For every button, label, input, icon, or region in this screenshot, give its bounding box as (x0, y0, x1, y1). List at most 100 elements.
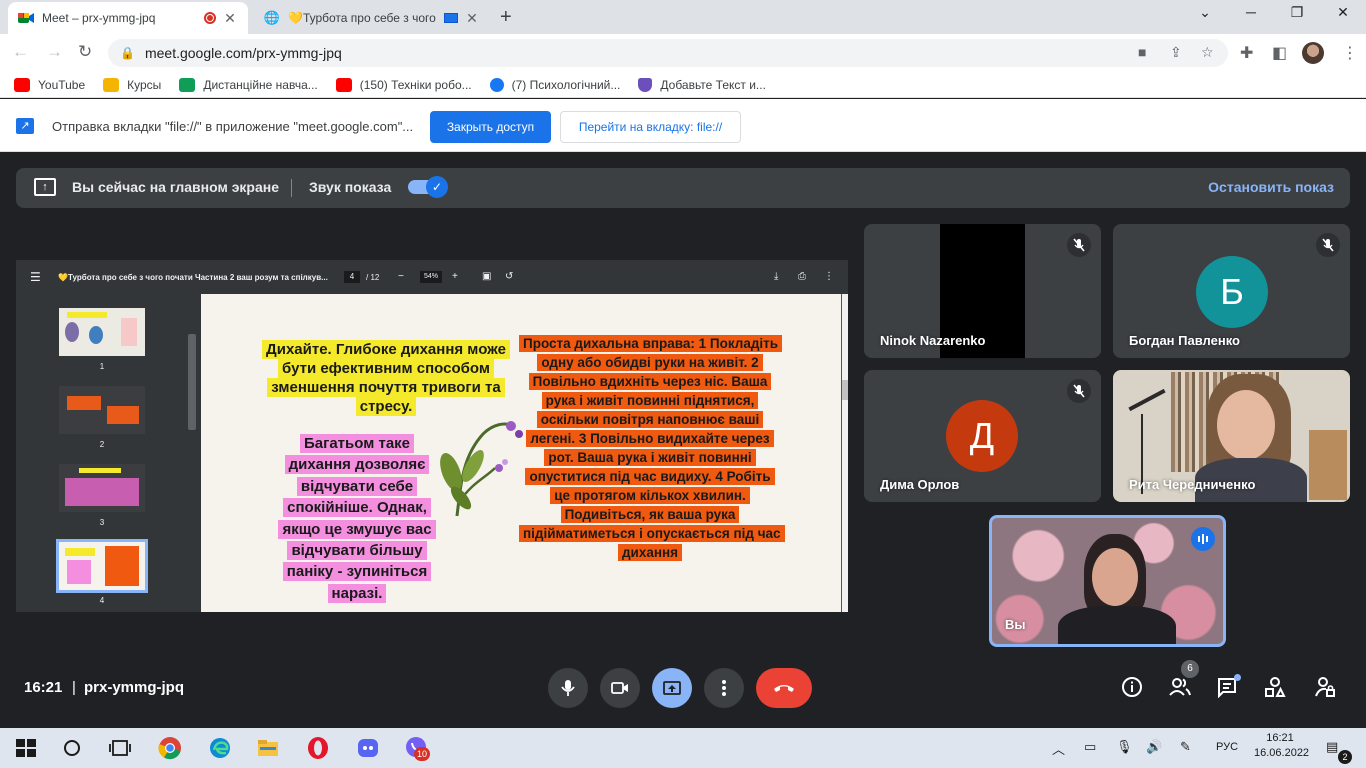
close-window-icon[interactable]: ✕ (1320, 4, 1366, 21)
pdf-scrollbar[interactable] (842, 294, 848, 612)
divider: | (72, 679, 76, 696)
participant-tile[interactable]: Рита Чередниченко (1113, 370, 1350, 502)
bookmark-youtube[interactable]: YouTube (14, 77, 85, 92)
tab-title: 💛Турбота про себе з чого (288, 11, 436, 25)
chrome-icon[interactable] (158, 736, 182, 760)
switch-to-tab-button[interactable]: Перейти на вкладку: file:// (560, 111, 741, 143)
activities-icon[interactable] (1264, 676, 1286, 698)
people-count-badge: 6 (1181, 660, 1199, 678)
participant-tile[interactable]: Д Дима Орлов (864, 370, 1101, 502)
meeting-time: 16:21 (24, 679, 63, 696)
microphone-button[interactable] (548, 668, 588, 708)
file-explorer-icon[interactable] (256, 736, 280, 760)
reload-icon[interactable]: ↻ (78, 42, 92, 62)
recording-icon (204, 12, 216, 24)
tab-meet[interactable]: Meet – prx-ymmg-jpq ✕ (8, 2, 248, 34)
chevron-up-icon[interactable]: ︿ (1052, 739, 1065, 758)
notifications-icon[interactable]: ▤ (1326, 739, 1338, 755)
input-language[interactable]: РУС (1216, 741, 1238, 753)
system-clock[interactable]: 16:21 16.06.2022 (1254, 731, 1309, 761)
more-icon (722, 680, 726, 696)
minimize-icon[interactable]: ─ (1228, 4, 1274, 20)
bookmark-distance-learning[interactable]: Дистанційне навча... (179, 77, 318, 92)
maximize-icon[interactable]: ❐ (1274, 4, 1320, 21)
microphone-icon (561, 680, 575, 696)
print-icon[interactable]: ⎙ (798, 271, 806, 282)
zoom-level[interactable]: 54% (420, 271, 442, 283)
battery-icon[interactable]: ▭ (1084, 739, 1096, 755)
star-icon[interactable]: ☆ (1201, 44, 1214, 61)
stop-sharing-button[interactable]: Закрыть доступ (430, 111, 551, 143)
search-icon[interactable] (60, 736, 84, 760)
facebook-icon (489, 77, 504, 92)
bookmark-psychology[interactable]: (7) Психологічний... (489, 77, 621, 92)
present-button[interactable] (652, 668, 692, 708)
edge-icon[interactable] (208, 736, 232, 760)
thumbnail-page-3[interactable] (59, 464, 145, 512)
participant-name: Ninok Nazarenko (880, 333, 986, 348)
profile-avatar[interactable] (1302, 42, 1324, 64)
side-panel-icon[interactable]: ◧ (1272, 43, 1287, 63)
classroom-green-icon (179, 77, 196, 92)
zoom-out-icon[interactable]: − (398, 271, 404, 282)
shared-screen: ☰ 💛Турбота про себе з чого почати Частин… (16, 260, 848, 612)
mic-off-icon (1067, 379, 1091, 403)
participant-tile[interactable]: Ninok Nazarenko (864, 224, 1101, 358)
windows-taskbar: 10 ︿ ▭ 🎙 🔊 ✎ РУС ▤ 2 (0, 728, 1366, 768)
bookmark-label: (7) Психологічний... (511, 77, 621, 92)
windows-start-icon[interactable] (14, 736, 38, 760)
pen-icon[interactable]: ✎ (1180, 739, 1191, 755)
leave-call-button[interactable] (756, 668, 812, 708)
download-icon[interactable]: ⤓ (774, 271, 778, 282)
sharing-icon (444, 13, 458, 23)
new-tab-icon[interactable]: + (500, 6, 512, 29)
avatar: Б (1196, 256, 1268, 328)
info-icon[interactable] (1121, 676, 1143, 698)
zoom-in-icon[interactable]: + (452, 271, 458, 282)
menu-icon[interactable]: ☰ (30, 270, 41, 284)
flower-illustration (440, 421, 523, 517)
unread-dot (1234, 674, 1241, 681)
thumbnail-scrollbar[interactable] (188, 334, 196, 430)
back-icon[interactable]: ← (12, 42, 29, 62)
tab-search-icon[interactable]: ⌄ (1182, 4, 1228, 21)
menu-icon[interactable]: ⋮ (1342, 43, 1358, 63)
participant-tile[interactable]: Б Богдан Павленко (1113, 224, 1350, 358)
present-screen-icon (663, 681, 681, 695)
bookmark-add-text[interactable]: Добавьте Текст и... (638, 77, 766, 92)
microphone-tray-icon[interactable]: 🎙 (1116, 739, 1133, 755)
fit-page-icon[interactable]: ▣ (482, 271, 491, 282)
address-bar[interactable]: 🔒 meet.google.com/prx-ymmg-jpq (108, 39, 1228, 67)
camera-button[interactable] (600, 668, 640, 708)
opera-icon[interactable] (306, 736, 330, 760)
presenting-status: Вы сейчас на главном экране (72, 179, 280, 195)
self-view-tile[interactable]: Вы (989, 515, 1226, 647)
bookmark-techniques[interactable]: (150) Техніки робо... (335, 77, 472, 92)
camera-icon[interactable]: ■ (1138, 44, 1146, 60)
page-number-input[interactable]: 4 (344, 271, 360, 283)
more-icon[interactable]: ⋮ (824, 271, 834, 282)
discord-icon[interactable] (356, 736, 380, 760)
thumbnail-page-2[interactable] (59, 386, 145, 434)
people-icon[interactable] (1168, 676, 1192, 698)
rotate-icon[interactable]: ↺ (505, 271, 513, 282)
globe-icon: 🌐 (263, 10, 281, 25)
video-feed (992, 518, 1223, 644)
bookmark-courses[interactable]: Курсы (103, 77, 161, 92)
meeting-code[interactable]: prx-ymmg-jpq (84, 679, 184, 696)
more-options-button[interactable] (704, 668, 744, 708)
task-view-icon[interactable] (108, 736, 132, 760)
extensions-icon[interactable]: ✚ (1240, 43, 1253, 63)
presentation-audio-toggle[interactable]: ✓ (408, 176, 448, 198)
share-icon[interactable]: ⇪ (1170, 44, 1182, 61)
stop-presenting-button[interactable]: Остановить показ (1208, 179, 1334, 195)
forward-icon[interactable]: → (46, 42, 63, 62)
volume-icon[interactable]: 🔊 (1146, 739, 1162, 755)
host-controls-icon[interactable] (1314, 676, 1336, 698)
thumbnail-page-4[interactable] (56, 539, 148, 593)
thumbnail-page-1[interactable] (59, 308, 145, 356)
notifications-badge: 2 (1338, 750, 1352, 764)
close-tab-icon[interactable]: ✕ (222, 10, 238, 27)
close-tab-icon[interactable]: ✕ (464, 10, 480, 27)
tab-pdf[interactable]: 🌐 💛Турбота про себе з чого ✕ (254, 2, 490, 34)
